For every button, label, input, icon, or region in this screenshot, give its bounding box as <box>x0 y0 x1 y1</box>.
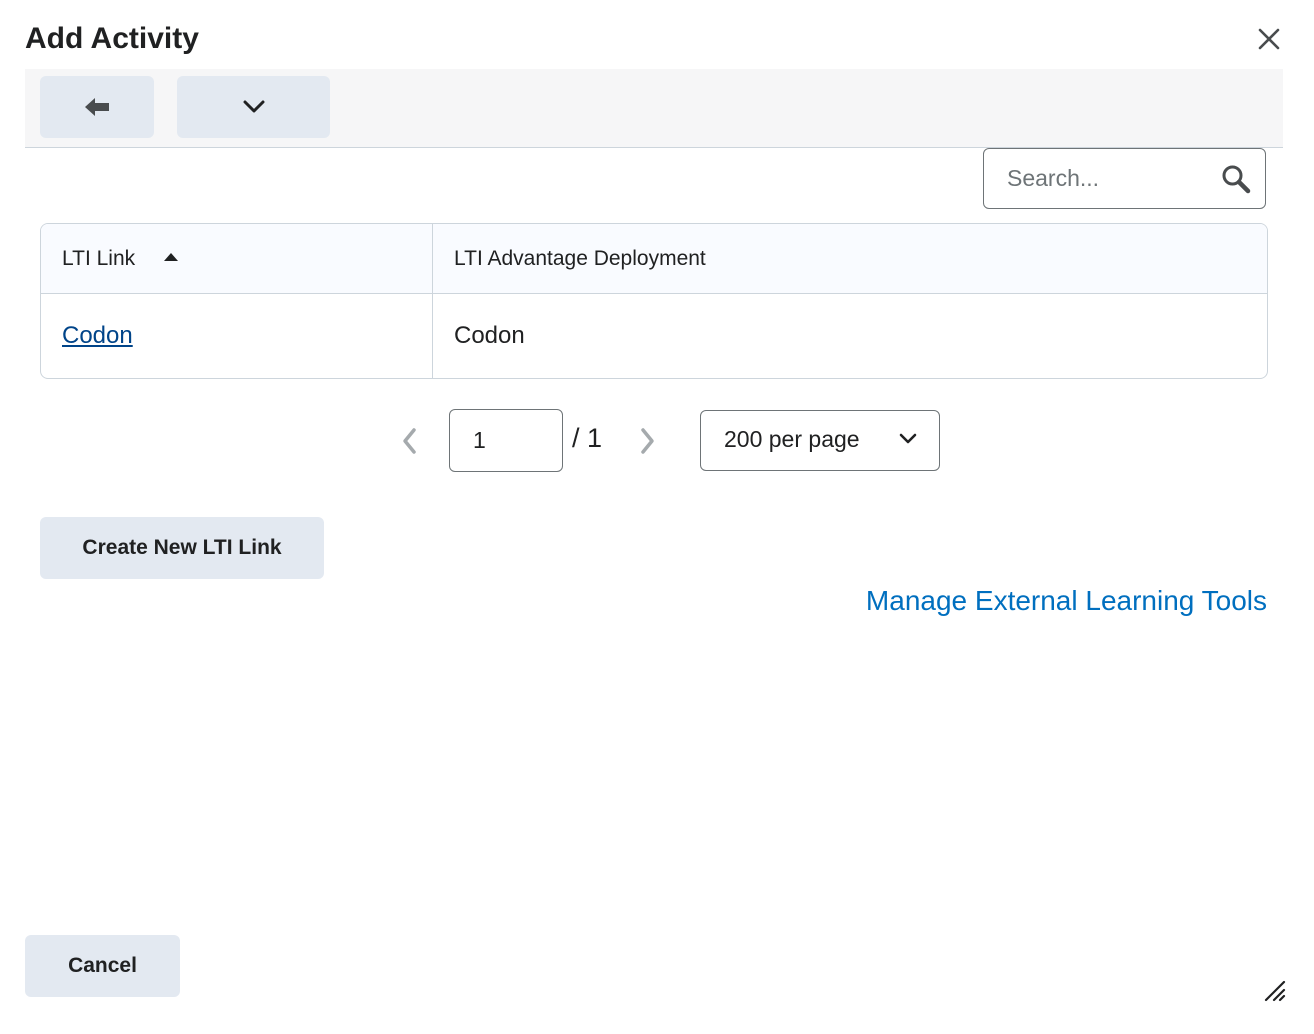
table-row: Codon Codon <box>41 293 1267 378</box>
page-size-label: 200 per page <box>724 426 860 452</box>
chevron-down-icon <box>899 433 917 444</box>
pagination: / 1 200 per page <box>0 409 1314 472</box>
add-activity-dialog: Add Activity LTI Li <box>0 0 1314 1034</box>
lti-links-table: LTI Link LTI Advantage Deployment Codon <box>40 223 1268 379</box>
resize-handle-icon[interactable] <box>1262 978 1286 1002</box>
chevron-down-icon <box>243 100 264 113</box>
column-header-lti-advantage-deployment: LTI Advantage Deployment <box>432 224 1267 294</box>
page-total: / 1 <box>572 423 603 453</box>
column-header-label: LTI Advantage Deployment <box>454 246 706 270</box>
back-button[interactable] <box>40 76 154 138</box>
dialog-title: Add Activity <box>25 22 199 55</box>
cell-lti-link: Codon <box>41 293 433 378</box>
page-size-select[interactable]: 200 per page <box>700 410 940 471</box>
page-number-input[interactable] <box>449 409 563 472</box>
search-input[interactable] <box>985 150 1205 207</box>
column-header-lti-link[interactable]: LTI Link <box>41 224 433 294</box>
search-icon[interactable] <box>1221 164 1251 194</box>
cancel-button[interactable]: Cancel <box>25 935 180 997</box>
chevron-right-icon[interactable] <box>636 427 658 455</box>
close-button[interactable] <box>1250 20 1288 58</box>
table-header-row: LTI Link LTI Advantage Deployment <box>41 224 1267 294</box>
column-header-label: LTI Link <box>62 246 136 270</box>
close-icon <box>1258 28 1280 50</box>
menu-dropdown-button[interactable] <box>177 76 330 138</box>
create-new-lti-link-button[interactable]: Create New LTI Link <box>40 517 324 579</box>
toolbar <box>25 69 1283 148</box>
cell-deployment: Codon <box>454 322 525 349</box>
search-box <box>983 148 1266 209</box>
sort-ascending-icon[interactable] <box>163 252 179 262</box>
lti-link-codon[interactable]: Codon <box>62 322 133 349</box>
arrow-left-icon <box>85 98 109 116</box>
chevron-left-icon[interactable] <box>399 427 421 455</box>
manage-external-learning-tools-link[interactable]: Manage External Learning Tools <box>866 585 1267 617</box>
